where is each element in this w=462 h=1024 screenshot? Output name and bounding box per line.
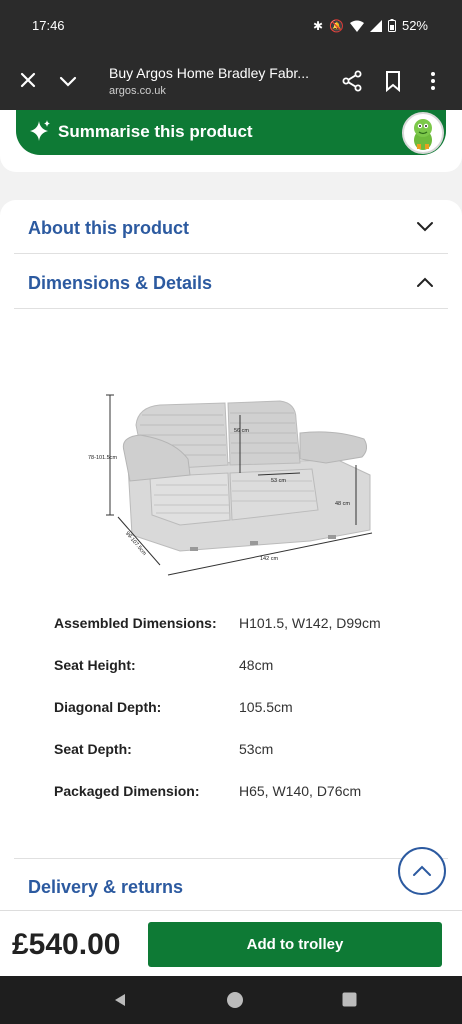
detail-value: 53cm (239, 741, 274, 757)
status-icons: ✱ 🔕 52% (313, 18, 428, 33)
detail-value: 48cm (239, 657, 274, 673)
more-menu-icon[interactable] (424, 70, 442, 92)
wifi-icon (349, 20, 364, 32)
detail-row: Assembled Dimensions: H101.5, W142, D99c… (54, 615, 434, 657)
dimensions-table: Assembled Dimensions: H101.5, W142, D99c… (54, 615, 434, 825)
bookmark-icon[interactable] (384, 70, 402, 92)
bluetooth-icon: ✱ (312, 18, 324, 33)
detail-key: Assembled Dimensions: (54, 615, 217, 631)
page-url: argos.co.uk (109, 85, 166, 97)
system-nav-bar (0, 976, 462, 1024)
seat-depth-label: 53 cm (271, 478, 286, 484)
share-icon[interactable] (341, 70, 363, 92)
summarise-section: Summarise this product (0, 110, 462, 172)
mascot-avatar (402, 112, 444, 154)
height-label: 78-101.5cm (88, 455, 117, 461)
summarise-label: Summarise this product (58, 122, 253, 141)
detail-key: Seat Height: (54, 657, 136, 673)
detail-key: Diagonal Depth: (54, 699, 162, 715)
detail-row: Packaged Dimension: H65, W140, D76cm (54, 783, 434, 825)
sparkle-icon (30, 120, 50, 141)
accordion-delivery[interactable]: Delivery & returns (14, 858, 448, 910)
scroll-to-top-button[interactable] (398, 847, 446, 895)
width-label: 142 cm (260, 556, 278, 562)
add-to-trolley-button[interactable]: Add to trolley (148, 922, 442, 967)
page-content: Summarise this product About this produc… (0, 110, 462, 910)
recents-icon[interactable] (342, 992, 357, 1007)
accordion-delivery-label: Delivery & returns (28, 877, 184, 897)
close-icon[interactable] (17, 69, 39, 91)
status-bar: 17:46 ✱ 🔕 52% (0, 0, 462, 52)
detail-row: Seat Height: 48cm (54, 657, 434, 699)
detail-value: H101.5, W142, D99cm (239, 615, 381, 631)
chevron-up-icon (413, 865, 431, 876)
signal-icon (369, 19, 382, 32)
accordion-about-label: About this product (28, 218, 189, 238)
accordion-dimensions[interactable]: Dimensions & Details (14, 255, 448, 309)
detail-key: Seat Depth: (54, 741, 132, 757)
detail-value: 105.5cm (239, 699, 293, 715)
detail-key: Packaged Dimension: (54, 783, 200, 799)
seat-back-label: 56 cm (234, 428, 249, 434)
product-info-card: About this product Dimensions & Details (0, 200, 462, 910)
battery-percent: 52% (401, 18, 428, 33)
dinosaur-icon (414, 119, 432, 150)
mute-icon: 🔕 (329, 18, 344, 33)
status-time: 17:46 (32, 18, 65, 33)
chevron-down-icon[interactable] (56, 70, 80, 92)
accordion-dimensions-label: Dimensions & Details (28, 273, 213, 293)
product-price: £540.00 (12, 928, 121, 961)
detail-row: Seat Depth: 53cm (54, 741, 434, 783)
back-icon[interactable] (112, 992, 128, 1008)
chevron-down-icon (417, 222, 433, 232)
battery-icon (387, 19, 396, 32)
summarise-button[interactable]: Summarise this product (16, 110, 446, 155)
browser-toolbar: Buy Argos Home Bradley Fabr... argos.co.… (0, 52, 462, 110)
home-icon[interactable] (226, 991, 244, 1009)
detail-row: Diagonal Depth: 105.5cm (54, 699, 434, 741)
page-title: Buy Argos Home Bradley Fabr... (109, 65, 309, 81)
seat-height-label: 48 cm (335, 501, 350, 507)
sofa-dimensions-image: 78-101.5cm 56 cm 53 cm 48 cm 99-107.5cm … (88, 394, 373, 576)
accordion-about[interactable]: About this product (14, 200, 448, 254)
chevron-up-icon (417, 277, 433, 287)
buy-bar: £540.00 Add to trolley (0, 910, 462, 976)
detail-value: H65, W140, D76cm (239, 783, 362, 799)
